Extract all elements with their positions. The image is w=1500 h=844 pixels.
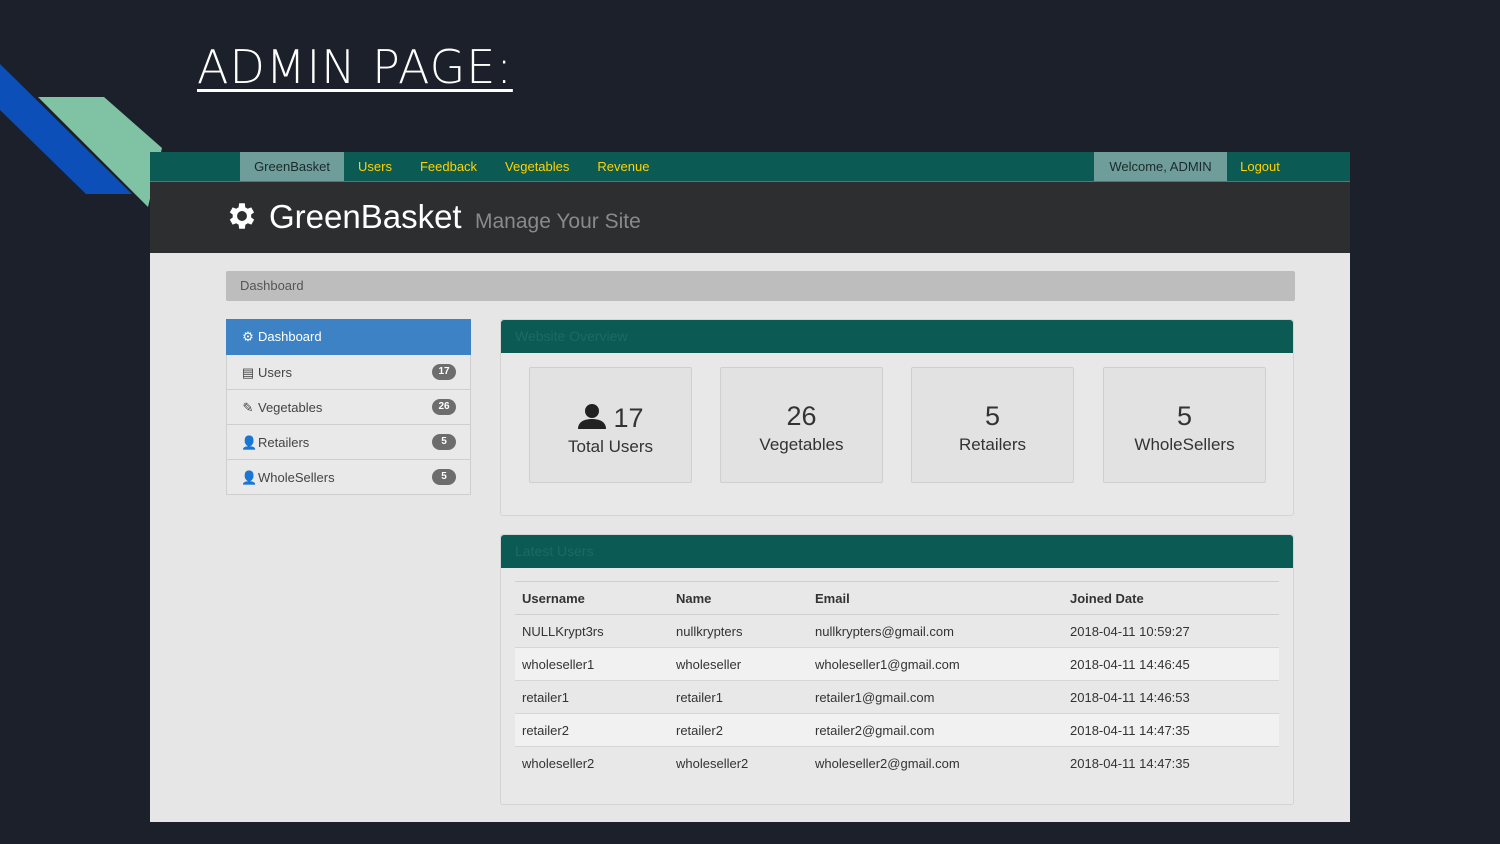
stat-value: 5 — [984, 401, 1001, 431]
cell-joined: 2018-04-11 14:47:35 — [1063, 713, 1279, 747]
stat-vegetables: 26 Vegetables — [720, 367, 883, 483]
gear-icon — [229, 203, 255, 229]
count-badge: 17 — [432, 364, 456, 380]
gear-icon: ⚙ — [242, 329, 254, 344]
cell-email: wholeseller2@gmail.com — [815, 755, 960, 771]
user-icon: 👤 — [241, 470, 258, 485]
nav-revenue[interactable]: Revenue — [583, 152, 663, 181]
cell-name: nullkrypters — [669, 614, 808, 648]
website-overview-panel: Website Overview 17 Total Users 26 Veget… — [500, 319, 1294, 516]
cell-email: nullkrypters@gmail.com — [808, 614, 1063, 648]
user-icon — [578, 404, 607, 429]
list-icon: ▤ — [241, 365, 255, 380]
nav-brand[interactable]: GreenBasket — [240, 152, 344, 181]
cell-username: wholeseller1 — [515, 647, 669, 681]
table-header-row: Username Name Email Joined Date — [515, 581, 1279, 615]
cell-name: wholeseller2 — [676, 755, 749, 771]
count-badge: 26 — [432, 399, 456, 415]
table-row: retailer1 retailer1 retailer1@gmail.com … — [515, 680, 1279, 714]
sidebar-item-label: Retailers — [258, 435, 310, 450]
cell-username: retailer1 — [515, 680, 669, 714]
cell-name: wholeseller — [669, 647, 808, 681]
sidebar-item-users[interactable]: ▤ Users 17 — [226, 355, 471, 390]
stat-retailers: 5 Retailers — [911, 367, 1074, 483]
sidebar-item-label: WholeSellers — [258, 470, 335, 485]
panel-title: Latest Users — [501, 535, 1293, 568]
site-header: GreenBasket Manage Your Site — [150, 182, 1350, 253]
stat-total-users: 17 Total Users — [529, 367, 692, 483]
nav-vegetables[interactable]: Vegetables — [491, 152, 583, 181]
sidebar-item-dashboard[interactable]: ⚙ Dashboard — [226, 319, 471, 355]
stat-value: 17 — [613, 403, 644, 433]
stat-value: 26 — [786, 401, 817, 431]
cell-joined: 2018-04-11 10:59:27 — [1063, 614, 1279, 648]
stat-value: 5 — [1176, 401, 1193, 431]
breadcrumb: Dashboard — [226, 271, 1295, 301]
cell-joined: 2018-04-11 14:46:53 — [1063, 680, 1279, 714]
sidebar: ⚙ Dashboard ▤ Users 17 ✎ Vegetables 26 👤Ret… — [226, 319, 471, 495]
stat-label: Total Users — [567, 437, 654, 456]
nav-welcome[interactable]: Welcome, ADMIN — [1094, 152, 1227, 181]
stat-label: Retailers — [958, 435, 1027, 454]
panel-title: Website Overview — [501, 320, 1293, 353]
nav-logout[interactable]: Logout — [1227, 152, 1293, 181]
user-icon: 👤 — [241, 435, 258, 450]
cell-joined: 2018-04-11 14:46:45 — [1063, 647, 1279, 681]
cell-username: retailer2 — [515, 713, 669, 747]
latest-users-panel: Latest Users Username Name Email Joined … — [500, 534, 1294, 805]
cell-name: retailer1 — [669, 680, 808, 714]
admin-screenshot: GreenBasket Users Feedback Vegetables Re… — [150, 152, 1350, 822]
cell-username: NULLKrypt3rs — [515, 614, 669, 648]
stat-label: WholeSellers — [1134, 435, 1235, 454]
site-tagline: Manage Your Site — [475, 210, 641, 233]
nav-menu: Users Feedback Vegetables Revenue — [344, 152, 663, 181]
count-badge: 5 — [432, 469, 456, 485]
cell-joined: 2018-04-11 14:47:35 — [1070, 755, 1190, 771]
top-navbar: GreenBasket Users Feedback Vegetables Re… — [150, 152, 1350, 182]
table-row: NULLKrypt3rs nullkrypters nullkrypters@g… — [515, 614, 1279, 648]
decorative-stripes — [0, 64, 162, 207]
pencil-icon: ✎ — [242, 400, 254, 415]
sidebar-item-label: Vegetables — [258, 400, 323, 415]
cell-email: retailer1@gmail.com — [808, 680, 1063, 714]
nav-users[interactable]: Users — [344, 152, 406, 181]
latest-users-table: Username Name Email Joined Date NULLKryp… — [515, 581, 1279, 779]
column-header: Joined Date — [1063, 581, 1279, 615]
sidebar-item-label: Dashboard — [258, 329, 322, 344]
sidebar-item-vegetables[interactable]: ✎ Vegetables 26 — [226, 390, 471, 425]
stat-label: Vegetables — [759, 435, 844, 454]
cell-email: retailer2@gmail.com — [808, 713, 1063, 747]
slide-title: ADMIN PAGE: — [197, 40, 513, 94]
cell-username: wholeseller2 — [522, 755, 595, 771]
sidebar-item-label: Users — [258, 365, 292, 380]
stat-wholesellers: 5 WholeSellers — [1103, 367, 1266, 483]
sidebar-item-retailers[interactable]: 👤Retailers 5 — [226, 425, 471, 460]
site-name: GreenBasket — [269, 198, 462, 235]
sidebar-item-wholesellers[interactable]: 👤WholeSellers 5 — [226, 460, 471, 495]
table-row: wholeseller1 wholeseller wholeseller1@gm… — [515, 647, 1279, 681]
count-badge: 5 — [432, 434, 456, 450]
table-row: retailer2 retailer2 retailer2@gmail.com … — [515, 713, 1279, 747]
column-header: Email — [808, 581, 1063, 615]
cell-email: wholeseller1@gmail.com — [808, 647, 1063, 681]
table-row: wholeseller2 wholeseller2 wholeseller2@g… — [515, 747, 1279, 780]
column-header: Name — [669, 581, 808, 615]
nav-feedback[interactable]: Feedback — [406, 152, 491, 181]
column-header: Username — [515, 581, 669, 615]
cell-name: retailer2 — [669, 713, 808, 747]
